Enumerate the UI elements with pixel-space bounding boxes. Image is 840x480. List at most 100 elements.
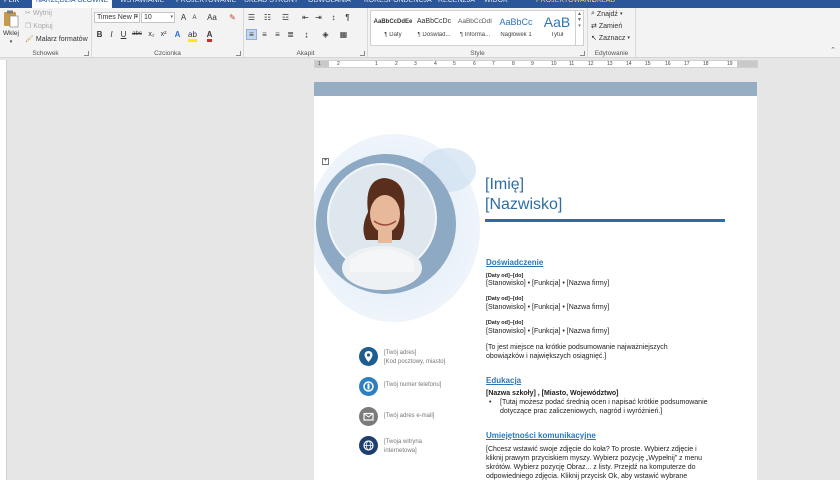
tab-review[interactable]: RECENZJA <box>438 0 475 8</box>
clipboard-launcher-icon[interactable] <box>84 51 89 56</box>
contact-email[interactable]: [Twój adres e-mail] <box>384 412 434 421</box>
profile-photo[interactable] <box>329 165 435 290</box>
align-right-icon[interactable]: ≡ <box>272 29 283 40</box>
experience-position[interactable]: [Stanowisko] • [Funkcja] • [Nazwa firmy] <box>486 328 609 335</box>
education-details[interactable]: [Tutaj możesz podać średnią ocen i napis… <box>500 399 708 406</box>
styles-launcher-icon[interactable] <box>580 51 585 56</box>
select-button[interactable]: ↖ Zaznacz ▾ <box>591 34 630 43</box>
text-effects-icon[interactable]: A <box>172 29 183 40</box>
contact-website[interactable]: [Twoja witryna internetowa] <box>384 438 422 456</box>
communication-heading[interactable]: Umiejętności komunikacyjne <box>486 431 596 440</box>
font-launcher-icon[interactable] <box>236 51 241 56</box>
communication-text[interactable]: kliknij prawym przyciskiem myszy. Wybier… <box>486 455 702 462</box>
justify-icon[interactable]: ≣ <box>285 29 296 40</box>
experience-dates[interactable]: [Daty od]–[do] <box>486 296 523 302</box>
tab-layout[interactable]: UKŁAD STRONY <box>244 0 298 8</box>
tab-table-design[interactable]: PROJEKTOWANIE <box>536 0 596 8</box>
resume-first-name[interactable]: [Imię] <box>485 175 524 194</box>
communication-text[interactable]: odpowiedniego zdjęcia. Kliknij przycisk … <box>486 473 687 480</box>
align-center-icon[interactable]: ≡ <box>259 29 270 40</box>
pilcrow-icon[interactable]: ¶ <box>342 12 353 23</box>
tab-view[interactable]: WIDOK <box>484 0 508 8</box>
experience-position[interactable]: [Stanowisko] • [Funkcja] • [Nazwa firmy] <box>486 280 609 287</box>
shading-icon[interactable]: ◈ <box>320 29 331 40</box>
paragraph-launcher-icon[interactable] <box>360 51 365 56</box>
table-move-handle-icon[interactable]: + <box>322 158 329 165</box>
paste-button[interactable]: Wklej ▾ <box>2 10 20 45</box>
bold-button[interactable]: B <box>94 29 105 40</box>
tab-file[interactable]: PLIK <box>0 0 28 8</box>
cut-button[interactable]: ✂ Wytnij <box>25 9 52 18</box>
multilevel-list-icon[interactable]: ☲ <box>280 12 291 23</box>
find-button[interactable]: ⌕ Znajdź ▾ <box>591 10 622 18</box>
replace-button[interactable]: ⇄ Zamień <box>591 22 622 31</box>
education-details[interactable]: dotyczące prac zaliczeniowych, nagród i … <box>500 408 662 415</box>
experience-heading[interactable]: Doświadczenie <box>486 258 543 267</box>
tab-design[interactable]: PROJEKTOWANIE <box>176 0 236 8</box>
style-item-info[interactable]: AaBbCcDdI ¶ Informa... <box>455 12 495 45</box>
tab-references[interactable]: ODWOŁANIA <box>308 0 351 8</box>
experience-dates[interactable]: [Daty od]–[do] <box>486 273 523 279</box>
style-name: ¶ Informa... <box>459 32 491 38</box>
select-label: Zaznacz <box>598 34 626 42</box>
ruler-mark: 5 <box>453 61 456 67</box>
line-spacing-icon[interactable]: ↨ <box>301 29 312 40</box>
collapse-ribbon-icon[interactable]: ⌃ <box>830 46 836 54</box>
horizontal-ruler[interactable]: 1 2 1 2 3 4 5 6 7 8 9 10 11 12 13 14 15 … <box>314 60 758 68</box>
vertical-ruler <box>0 60 7 480</box>
align-left-icon[interactable]: ≡ <box>246 29 257 40</box>
font-size-combo[interactable]: 10 ▾ <box>141 12 175 23</box>
contact-address-line: [Twój adres] <box>384 350 417 356</box>
format-painter-button[interactable]: 🖌 Malarz formatów <box>25 35 88 44</box>
resume-last-name[interactable]: [Nazwisko] <box>485 195 562 214</box>
tab-home[interactable]: NARZĘDZIA GŁÓWNE <box>32 0 113 8</box>
chevron-down-icon: ▾ <box>9 39 13 45</box>
style-item-title[interactable]: AaB Tytuł <box>537 12 577 45</box>
bullets-icon[interactable]: ☰ <box>246 12 257 23</box>
ribbon: Wklej ▾ ✂ Wytnij ❐ Kopiuj 🖌 Malarz forma… <box>0 8 840 58</box>
sort-icon[interactable]: ↕ <box>328 12 339 23</box>
communication-text[interactable]: skrótów. Wybierz pozycję Obraz... z list… <box>486 464 696 471</box>
style-item-heading-1[interactable]: AaBbCc Nagłówek 1 <box>496 12 536 45</box>
education-school[interactable]: [Nazwa szkoły] , [Miasto, Województwo] <box>486 390 619 397</box>
grow-font-button[interactable]: A <box>178 12 189 23</box>
copy-button[interactable]: ❐ Kopiuj <box>25 22 53 31</box>
increase-indent-icon[interactable]: ⇥ <box>313 12 324 23</box>
borders-icon[interactable]: ▦ <box>338 29 349 40</box>
style-item-experience[interactable]: AaBbCcDc ¶ Dośwlad... <box>414 12 454 45</box>
strikethrough-button[interactable]: abc <box>130 29 144 40</box>
experience-summary[interactable]: obowiązków i największych osiągnięć.] <box>486 353 606 360</box>
superscript-button[interactable]: x² <box>158 29 169 40</box>
shrink-font-button[interactable]: A <box>189 13 200 24</box>
style-gallery-scroll[interactable]: ▲ ▼ ▾ <box>575 11 583 45</box>
change-case-button[interactable]: Aa <box>204 12 220 23</box>
numbering-icon[interactable]: ☷ <box>262 12 273 23</box>
more-icon[interactable]: ▾ <box>576 23 583 29</box>
font-size-value: 10 <box>144 14 152 21</box>
format-painter-label: Malarz formatów <box>35 35 88 43</box>
style-item-dates[interactable]: AaBbCcDdEe ¶ Daty <box>373 12 413 45</box>
document-page[interactable]: + [Imię] [Nazwisko] Doświadczenie [Daty … <box>314 82 757 480</box>
contact-address[interactable]: [Twój adres] [Kod pocztowy, miasto] <box>384 349 445 367</box>
tab-table-layout[interactable]: UKŁAD <box>592 0 615 8</box>
font-name-combo[interactable]: Times New F ▾ <box>94 12 140 23</box>
tab-mailings[interactable]: KORESPONDENCJA <box>364 0 432 8</box>
experience-summary[interactable]: [To jest miejsce na krótkie podsumowanie… <box>486 344 668 351</box>
font-color-icon[interactable]: A <box>204 29 215 42</box>
tab-insert[interactable]: WSTAWIANIE <box>120 0 164 8</box>
ruler-mark: 16 <box>665 61 671 67</box>
experience-position[interactable]: [Stanowisko] • [Funkcja] • [Nazwa firmy] <box>486 304 609 311</box>
decrease-indent-icon[interactable]: ⇤ <box>300 12 311 23</box>
clipboard-icon <box>4 10 19 28</box>
underline-button[interactable]: U <box>118 29 129 40</box>
experience-dates[interactable]: [Daty od]–[do] <box>486 320 523 326</box>
education-heading[interactable]: Edukacja <box>486 376 521 385</box>
subscript-button[interactable]: x₂ <box>146 29 157 40</box>
italic-button[interactable]: I <box>106 29 117 40</box>
contact-phone[interactable]: [Twój numer telefonu] <box>384 381 441 390</box>
ruler-mark: 7 <box>492 61 495 67</box>
ruler-mark: 15 <box>645 61 651 67</box>
communication-text[interactable]: [Chcesz wstawić swoje zdjęcie do koła? T… <box>486 446 697 453</box>
highlight-icon[interactable]: ab <box>187 29 198 42</box>
clear-formatting-icon[interactable]: ✎ <box>227 12 238 23</box>
